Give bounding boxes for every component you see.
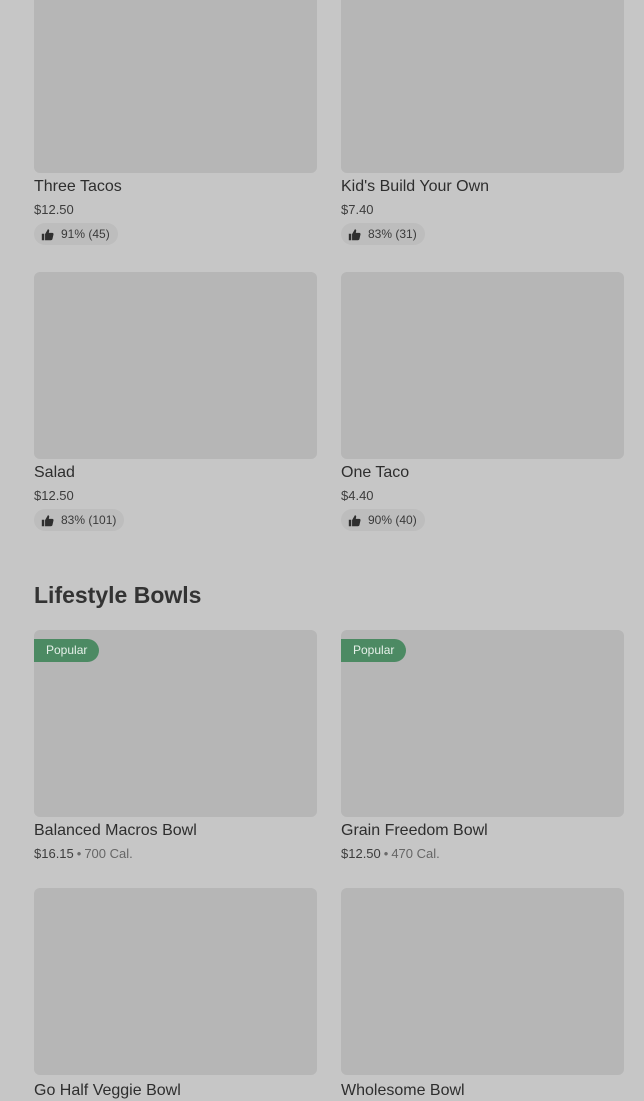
rating-pill: 91% (45) — [34, 223, 118, 245]
rating-pill: 90% (40) — [341, 509, 425, 531]
section-heading: Lifestyle Bowls — [34, 582, 202, 608]
thumbs-up-icon — [348, 514, 361, 526]
rating-pill: 83% (101) — [34, 509, 125, 531]
menu-item-name: Salad — [34, 464, 75, 481]
menu-item-calories: 470 Cal. — [391, 846, 440, 861]
menu-item-price: $7.40 — [341, 202, 374, 217]
menu-item-card[interactable]: Kid's Build Your Own $7.40 83% (31) — [341, 0, 624, 246]
menu-item-calories: 700 Cal. — [84, 846, 133, 861]
menu-item-name: Three Tacos — [34, 178, 122, 195]
menu-item-image — [34, 888, 317, 1075]
menu-item-image — [341, 0, 624, 173]
menu-item-name: One Taco — [341, 464, 410, 481]
menu-item-image: Popular — [341, 630, 624, 817]
menu-item-name: Grain Freedom Bowl — [341, 822, 488, 839]
rating-text: 83% (101) — [61, 513, 117, 527]
menu-item-card[interactable]: Popular Balanced Macros Bowl $16.15 • 700 … — [34, 630, 317, 863]
menu-item-card[interactable]: Wholesome Bowl — [341, 888, 624, 1101]
rating-text: 90% (40) — [368, 513, 417, 527]
menu-item-price: $12.50 — [34, 202, 74, 217]
menu-item-name: Wholesome Bowl — [341, 1082, 465, 1099]
menu-item-price: $16.15 — [34, 846, 74, 861]
thumbs-up-icon — [41, 228, 54, 240]
rating-pill: 83% (31) — [341, 223, 425, 245]
menu-item-card[interactable]: One Taco $4.40 90% (40) — [341, 272, 624, 532]
menu-item-meta: $12.50 • 470 Cal. — [341, 845, 624, 863]
meta-separator: • — [76, 846, 82, 861]
thumbs-up-icon — [348, 228, 361, 240]
menu-item-card[interactable]: Salad $12.50 83% (101) — [34, 272, 317, 532]
menu-item-card[interactable]: Three Tacos $12.50 91% (45) — [34, 0, 317, 246]
menu-item-price: $4.40 — [341, 488, 374, 503]
menu-item-image: Popular — [34, 630, 317, 817]
rating-text: 83% (31) — [368, 227, 417, 241]
menu-item-price: $12.50 — [341, 846, 381, 861]
menu-item-image — [34, 272, 317, 459]
thumbs-up-icon — [41, 514, 54, 526]
menu-item-name: Kid's Build Your Own — [341, 178, 490, 195]
menu-item-name: Go Half Veggie Bowl — [34, 1082, 181, 1099]
menu-item-image — [34, 0, 317, 173]
rating-text: 91% (45) — [61, 227, 110, 241]
menu-item-image — [341, 888, 624, 1075]
menu-item-image — [341, 272, 624, 459]
menu-item-meta: $16.15 • 700 Cal. — [34, 845, 317, 863]
menu-item-card[interactable]: Go Half Veggie Bowl — [34, 888, 317, 1101]
menu-item-price: $12.50 — [34, 488, 74, 503]
menu-item-name: Balanced Macros Bowl — [34, 822, 197, 839]
meta-separator: • — [383, 846, 389, 861]
menu-item-card[interactable]: Popular Grain Freedom Bowl $12.50 • 470 Ca… — [341, 630, 624, 863]
popular-badge: Popular — [341, 639, 407, 662]
popular-badge: Popular — [34, 639, 100, 662]
